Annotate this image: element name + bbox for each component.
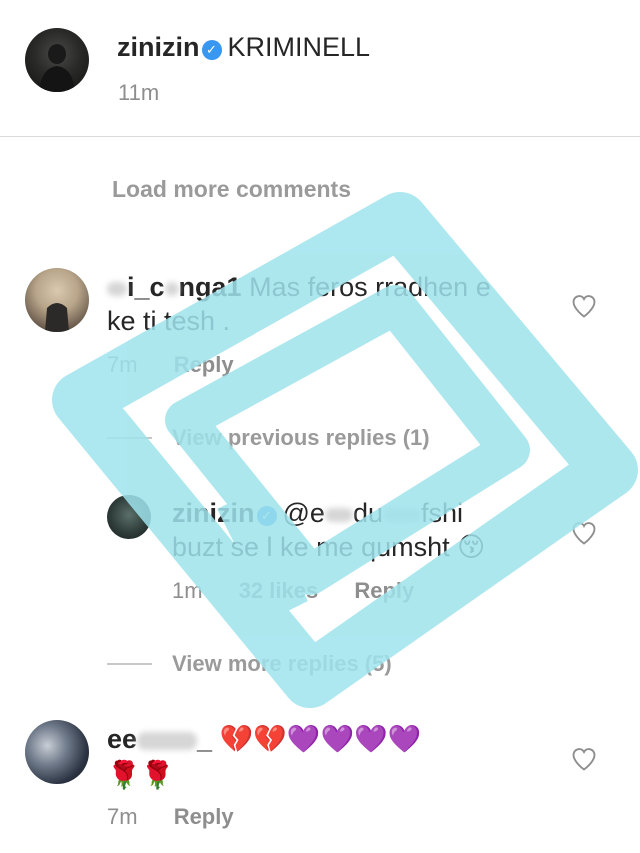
like-heart-icon[interactable] (570, 519, 598, 547)
verified-badge-icon: ✓ (201, 40, 222, 60)
header-divider (0, 136, 640, 137)
comment-body: ee _ 💔💔💜💜💜💜 🌹🌹 (107, 721, 537, 793)
thread-line (107, 663, 152, 665)
comment-username[interactable]: i_c nga1 (107, 272, 242, 302)
reply-button[interactable]: Reply (174, 352, 234, 377)
like-heart-icon[interactable] (570, 745, 598, 773)
commenter-avatar[interactable] (25, 720, 89, 784)
post-timestamp: 11m (118, 80, 160, 105)
comment-username[interactable]: ee _ (107, 724, 212, 754)
comment-time: 7m (107, 804, 138, 829)
reply-author-avatar[interactable] (107, 495, 151, 539)
verified-badge-icon: ✓ (256, 506, 277, 526)
reply-username[interactable]: zinizin (172, 498, 255, 528)
redaction-blur (107, 281, 127, 296)
kissing-emoji: 😚 (457, 532, 486, 562)
post-caption: KRIMINELL (227, 32, 371, 62)
view-more-replies-button[interactable]: View more replies (5) (172, 651, 392, 677)
post-username[interactable]: zinizin (117, 32, 200, 62)
comment-meta: 7m Reply (107, 352, 234, 378)
reply-likes[interactable]: 32 likes (239, 578, 319, 603)
redaction-blur (382, 507, 421, 522)
post-author-avatar[interactable] (25, 28, 89, 92)
like-heart-icon[interactable] (570, 292, 598, 320)
comment-emojis-line2: 🌹🌹 (107, 760, 175, 790)
load-more-comments-button[interactable]: Load more comments (112, 176, 351, 203)
reply-button[interactable]: Reply (354, 578, 414, 603)
reply-mention[interactable]: @e du fshi (283, 498, 464, 528)
redaction-blur (324, 507, 353, 522)
redaction-blur (164, 281, 179, 296)
comment-text-line2: ke ti tesh . (107, 306, 231, 336)
reply-text-line2: buzt se l ke me qumsht (172, 532, 450, 562)
comment-emojis-line1: 💔💔💜💜💜💜 (219, 724, 422, 754)
redaction-blur (137, 731, 198, 750)
reply-meta: 1m 32 likes Reply (172, 578, 414, 604)
comment-text-line1: Mas feros rradhen e (249, 272, 491, 302)
post-header: zinizin ✓ KRIMINELL (117, 30, 370, 64)
reply-button[interactable]: Reply (174, 804, 234, 829)
thread-line (107, 437, 152, 439)
comment-meta: 7m Reply (107, 804, 234, 830)
view-previous-replies-button[interactable]: View previous replies (1) (172, 425, 430, 451)
commenter-avatar[interactable] (25, 268, 89, 332)
reply-time: 1m (172, 578, 203, 603)
reply-body: zinizin ✓ @e du fshi buzt se l ke me qumsht … (172, 496, 532, 564)
comment-body: i_c nga1 Mas feros rradhen e ke ti tesh . (107, 270, 537, 338)
comment-time: 7m (107, 352, 138, 377)
